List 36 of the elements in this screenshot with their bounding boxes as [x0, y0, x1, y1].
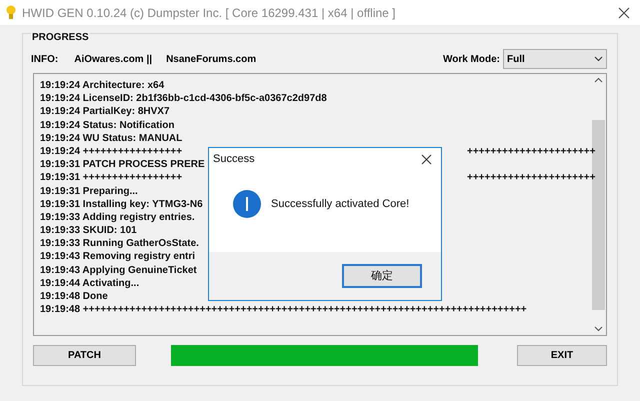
patch-button[interactable]: PATCH	[33, 345, 136, 366]
close-icon[interactable]	[421, 154, 432, 164]
log-line: 19:19:31 Installing key: YTMG3-N6	[40, 198, 203, 211]
log-line: 19:19:31 Preparing...	[40, 184, 138, 198]
log-line: 19:19:24 WU Status: MANUAL	[40, 132, 182, 145]
log-line: 19:19:33 SKUID: 101	[40, 224, 137, 238]
dialog-title: Success	[213, 152, 256, 167]
log-line: 19:19:31 PATCH PROCESS PRERE	[40, 158, 205, 172]
ok-button[interactable]: 确定	[342, 264, 422, 288]
close-icon[interactable]	[618, 6, 630, 18]
window-title: HWID GEN 0.10.24 (c) Dumpster Inc. [ Core 16299.431 | x64 | offline ]	[22, 4, 396, 22]
work-mode-dropdown[interactable]: Full	[503, 49, 607, 69]
log-line: 19:19:43 Applying GenuineTicket	[40, 264, 197, 277]
info-label: INFO:	[31, 52, 58, 66]
log-line: 19:19:43 Removing registry entri	[40, 250, 196, 264]
exit-button[interactable]: EXIT	[517, 345, 607, 366]
dialog-message: Successfully activated Core!	[271, 196, 410, 212]
chevron-down-icon	[594, 56, 603, 62]
log-line: 19:19:33 Adding registry entries.	[40, 210, 195, 224]
log-line: 19:19:24 Status: Notification	[40, 118, 174, 132]
log-line: ++++++++++++++++++++++	[467, 171, 596, 186]
info-link[interactable]: AiOwares.com ||	[74, 52, 152, 66]
lightbulb-icon	[6, 5, 16, 20]
log-line: ++++++++++++++++++++++	[467, 144, 596, 159]
log-line: 19:19:24 +++++++++++++++++	[40, 144, 182, 158]
work-mode-label: Work Mode:	[442, 52, 500, 66]
log-line: 19:19:24 Architecture: x64	[40, 79, 164, 92]
info-link[interactable]: NsaneForums.com	[166, 52, 256, 66]
log-line: 19:19:24 PartialKey: 8HVX7	[40, 105, 170, 119]
log-line: 19:19:33 Running GatherOsState.	[40, 237, 199, 250]
log-line: 19:19:48 ++++++++++++++++++++++++++++++++++++++++++++++++++++++++++++++++++++++++++++	[40, 303, 527, 316]
log-line: 19:19:31 +++++++++++++++++	[40, 171, 182, 184]
log-line: 19:19:44 Activating...	[40, 276, 140, 290]
info-icon	[233, 190, 261, 218]
log-line: 19:19:48 Done	[40, 290, 108, 304]
log-line: 19:19:24 LicenseID: 2b1f36bb-c1cd-4306-bf5c-a0367c2d97d8	[40, 92, 327, 106]
